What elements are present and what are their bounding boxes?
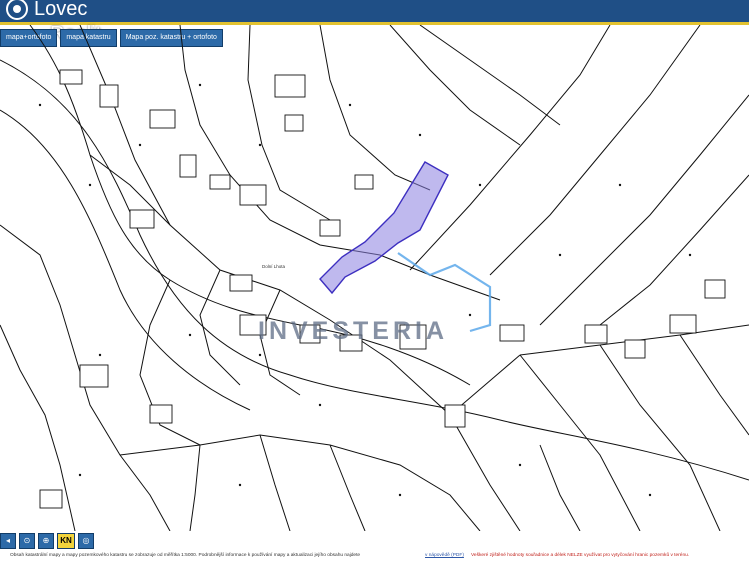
footer-info: Obsah katastrální mapy a mapy pozemkovéh… bbox=[10, 553, 361, 558]
map-controls: ◂ ⊙ ⊕ KN ◎ bbox=[0, 533, 94, 549]
help-link[interactable]: v nápovědě (PDF) bbox=[425, 550, 464, 562]
refresh-icon[interactable]: ◎ bbox=[78, 533, 94, 549]
brand-name: Lovec bbox=[34, 0, 88, 20]
cadastral-map[interactable]: Dolní Lhota INVESTERIA bbox=[0, 25, 749, 531]
location-pin-icon bbox=[6, 0, 28, 20]
watermark: INVESTERIA bbox=[258, 317, 449, 345]
brand-logo[interactable]: Lovec bbox=[6, 0, 87, 20]
location-icon[interactable]: ⊙ bbox=[19, 533, 35, 549]
back-icon[interactable]: ◂ bbox=[0, 533, 16, 549]
footer: Obsah katastrální mapy a mapy pozemkovéh… bbox=[0, 550, 749, 562]
kn-button[interactable]: KN bbox=[57, 533, 75, 549]
map-label-village: Dolní Lhota bbox=[262, 264, 286, 269]
map-canvas: Dolní Lhota bbox=[0, 25, 749, 531]
target-icon[interactable]: ⊕ bbox=[38, 533, 54, 549]
top-bar bbox=[0, 0, 749, 25]
footer-warning: Veškeré zjištěné hodnoty souřadnice a dé… bbox=[471, 553, 690, 558]
